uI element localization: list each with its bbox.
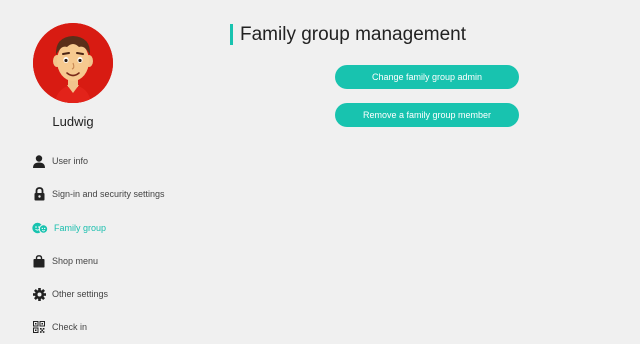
user-icon <box>32 154 46 168</box>
sidebar-item-check-in[interactable]: Check in <box>32 317 202 337</box>
avatar[interactable] <box>33 23 113 103</box>
sidebar: Ludwig User info Sign-in and security se… <box>0 0 210 344</box>
sidebar-item-shop-menu[interactable]: Shop menu <box>32 251 202 271</box>
page-title: Family group management <box>240 24 466 45</box>
mii-avatar-icon <box>33 23 113 103</box>
lock-icon <box>32 187 46 201</box>
username: Ludwig <box>52 114 94 129</box>
sidebar-item-label: Check in <box>52 322 88 332</box>
change-family-group-admin-button[interactable]: Change family group admin <box>335 65 519 89</box>
title-accent-bar <box>230 24 233 45</box>
remove-family-group-member-button[interactable]: Remove a family group member <box>335 103 519 127</box>
sidebar-item-label: Family group <box>54 223 107 233</box>
shopping-bag-icon <box>32 254 46 268</box>
sidebar-item-label: Other settings <box>52 289 109 299</box>
gear-icon <box>32 287 46 301</box>
sidebar-item-family-group[interactable]: Family group <box>32 218 202 238</box>
sidebar-item-sign-in-security[interactable]: Sign-in and security settings <box>32 184 202 204</box>
sidebar-item-label: User info <box>52 156 89 166</box>
qr-code-icon <box>32 320 46 334</box>
sidebar-item-other-settings[interactable]: Other settings <box>32 284 202 304</box>
family-icon <box>32 221 48 235</box>
sidebar-item-user-info[interactable]: User info <box>32 151 202 171</box>
sidebar-item-label: Sign-in and security settings <box>52 189 165 199</box>
sidebar-item-label: Shop menu <box>52 256 99 266</box>
